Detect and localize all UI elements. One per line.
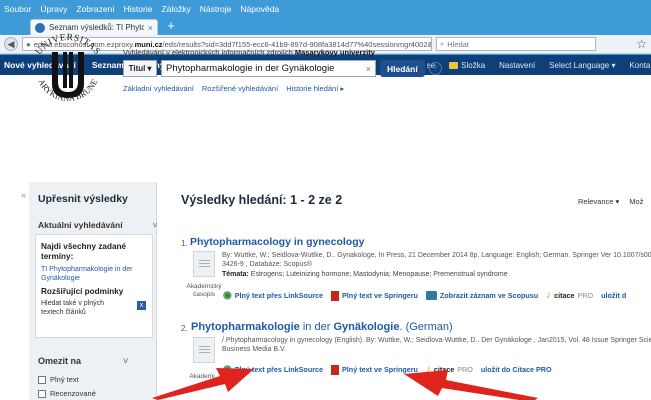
search-mode-links: Základní vyhledávání Rozšířené vyhledává… [123,84,344,93]
result-number: 1. [181,239,188,248]
current-search-heading[interactable]: Aktuální vyhledávání ˅ [38,220,158,230]
remove-expander-icon[interactable]: x [137,301,146,310]
citace-pro-link[interactable]: ♪ citace PRO [546,290,593,301]
back-icon[interactable]: ◀ [4,37,18,51]
field-select[interactable]: Titul ▾ [123,60,157,77]
refine-results-title: Upřesnit výsledky [38,193,128,205]
result-subjects: Témata: Estrogens; Luteinizing hormone; … [222,271,508,278]
scopus-record-link[interactable]: Zobrazit záznam ve Scopusu [425,291,538,300]
checkbox[interactable] [38,389,46,398]
university-seal-logo: UNIVERSITAS MASARYKIANA BRUNENSIS [24,28,102,103]
find-all-term-link[interactable]: TI Phytopharmakologie in der Gynäkologie [41,266,141,283]
chevron-down-icon: ▾ [147,64,152,73]
contact-link[interactable]: Konta [629,61,650,70]
red-arrow-icon [152,368,254,400]
folder-link[interactable]: Složka [449,61,485,70]
menu-napoveda[interactable]: Nápověda [240,2,279,16]
folder-icon [449,61,459,69]
current-search-panel: Najdi všechny zadané termíny: TI Phytoph… [35,234,153,338]
collapse-sidebar-icon[interactable]: « [21,190,26,200]
chevron-down-icon: ˅ [123,356,129,366]
search-query-text: Phytopharmakologie in der Gynäkologie [166,63,335,74]
search-input[interactable]: Phytopharmakologie in der Gynäkologie × [161,60,376,77]
browser-search-input[interactable]: ⌕ Hledat [436,37,596,51]
search-row: Titul ▾ Phytopharmakologie in der Gynäkol… [123,60,442,77]
result-title-link[interactable]: Phytopharmakologie in der Gynäkologie. (… [191,321,453,333]
search-placeholder: Hledat [447,39,469,49]
result-links: ◉Plný text přes LinkSource Plný text ve … [223,290,626,301]
options-menu[interactable]: Mož [629,197,643,206]
sort-bar: Relevance ▾ Mož [578,197,643,206]
result-title-link[interactable]: Phytopharmacology in gynecology [190,236,364,248]
limit-fulltext[interactable]: Plný text [38,375,79,384]
search-history-link[interactable]: Historie hledání ▸ [286,84,344,93]
menu-zobrazeni[interactable]: Zobrazení [76,2,114,16]
menu-soubor[interactable]: Soubor [4,2,31,16]
linksource-link[interactable]: ◉Plný text přes LinkSource [223,290,323,301]
expander-fulltext-label[interactable]: Hledat také v plných textech článků [41,300,127,317]
tab-close-icon[interactable]: × [148,23,153,33]
search-hint: Vyhledávání v elektronických informačníc… [123,48,375,57]
save-to-citace-link[interactable]: uložit d [601,291,626,300]
preferences-link[interactable]: Nastavení [499,61,535,70]
bookmark-star-icon[interactable]: ☆ [636,37,647,51]
springer-fulltext-link[interactable]: Plný text ve Springeru [331,290,418,301]
expanders-heading: Rozšiřující podmínky [41,287,124,296]
find-all-heading: Najdi všechny zadané termíny: [41,242,127,261]
citace-icon: ♪ [546,290,552,301]
publication-type-label: Akademický časopis [186,283,222,298]
search-button[interactable]: Hledání [380,60,425,77]
red-arrow-icon [404,370,538,400]
sort-relevance-select[interactable]: Relevance ▾ [578,197,619,206]
checkbox[interactable] [38,375,46,384]
svg-text:UNIVERSITAS: UNIVERSITAS [34,33,102,57]
menu-zalozky[interactable]: Záložky [161,2,190,16]
help-icon[interactable]: ? [428,62,442,75]
limit-peer-reviewed[interactable]: Recenzované [38,389,96,398]
menu-bar: Soubor Úpravy Zobrazení Historie Záložky… [4,2,279,16]
search-icon: ⌕ [440,39,445,48]
result-metadata: By: Wuttke, W.; Seidlova-Wuttke, D.. Gyn… [222,252,651,268]
chevron-down-icon: ˅ [152,220,158,230]
pdf-icon [331,364,340,375]
menu-nastroje[interactable]: Nástroje [200,2,232,16]
basic-search-link[interactable]: Základní vyhledávání [123,84,194,93]
limit-to-heading[interactable]: Omezit na ˅ [38,356,128,366]
advanced-search-link[interactable]: Rozšířené vyhledávání [202,84,278,93]
linksource-icon: ◉ [223,290,232,301]
pdf-icon [331,290,340,301]
menu-upravy[interactable]: Úpravy [40,2,67,16]
language-select[interactable]: Select Language ▾ [549,61,615,70]
result-number: 2. [181,324,188,333]
new-tab-button[interactable]: + [164,19,178,33]
scopus-icon [425,291,437,300]
menu-historie[interactable]: Historie [124,2,153,16]
clear-icon[interactable]: × [366,64,371,74]
result-metadata: / Phytopharmacology in gynecology (Engli… [222,337,651,353]
results-heading: Výsledky hledání: 1 - 2 ze 2 [181,193,343,207]
document-thumbnail-icon[interactable] [193,251,215,277]
